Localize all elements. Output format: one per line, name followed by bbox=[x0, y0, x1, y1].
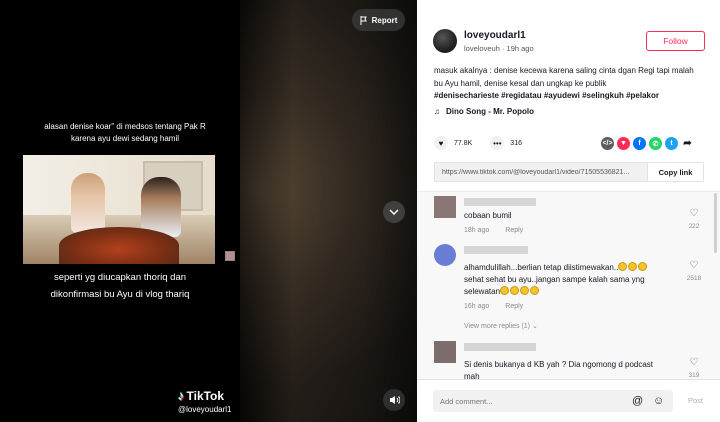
tiktok-watermark-text: TikTok bbox=[186, 388, 225, 403]
comment-line-1: alhamdulillah...berlian tetap diistimewa… bbox=[464, 263, 619, 272]
description-text: masuk akalnya : denise kecewa karena sal… bbox=[434, 66, 694, 88]
comment-item: alhamdulillah...berlian tetap diistimewa… bbox=[434, 244, 704, 320]
laughing-emoji-icon bbox=[530, 286, 540, 295]
copy-link-button[interactable]: Copy link bbox=[647, 163, 703, 181]
view-more-replies[interactable]: View more replies (1) ⌄ bbox=[464, 322, 538, 330]
next-video-button[interactable] bbox=[383, 201, 405, 223]
tiktok-note-icon: ♪ bbox=[178, 388, 185, 403]
reply-button[interactable]: Reply bbox=[505, 303, 523, 310]
comment-item: Si denis bukanya d KB yah ? Dia ngomong … bbox=[434, 341, 704, 381]
video-url[interactable]: https://www.tiktok.com/@loveyoudarl1/vid… bbox=[435, 169, 647, 176]
reply-button[interactable]: Reply bbox=[505, 227, 523, 234]
comment-like[interactable]: ♡ 319 bbox=[684, 357, 704, 379]
comment-time: 16h ago bbox=[464, 303, 490, 310]
whatsapp-icon[interactable]: ✆ bbox=[649, 137, 662, 150]
music-link[interactable]: ♫ Dino Song - Mr. Popolo bbox=[434, 107, 534, 116]
commenter-name-redacted bbox=[464, 246, 528, 254]
follow-button[interactable]: Follow bbox=[646, 31, 705, 51]
commenter-avatar[interactable] bbox=[434, 244, 456, 266]
commenter-avatar[interactable] bbox=[434, 341, 456, 363]
side-thumbnail bbox=[225, 251, 235, 261]
author-avatar[interactable] bbox=[433, 29, 457, 53]
heart-icon[interactable]: ♥ bbox=[434, 136, 448, 150]
watermark-handle: @loveyoudarl1 bbox=[178, 405, 232, 414]
like-count: 77.8K bbox=[454, 139, 473, 147]
laughing-emoji-icon bbox=[618, 262, 628, 271]
author-username[interactable]: loveyoudarl1 bbox=[464, 30, 526, 41]
comment-count: 316 bbox=[510, 139, 522, 147]
engagement-stats: ♥ 77.8K ••• 316 bbox=[434, 136, 522, 150]
post-description: masuk akalnya : denise kecewa karena sal… bbox=[434, 65, 704, 103]
tiktok-watermark: ♪ TikTok bbox=[178, 388, 224, 403]
laughing-emoji-icon bbox=[638, 262, 648, 271]
commenter-name-redacted bbox=[464, 198, 536, 206]
chevron-down-icon: ⌄ bbox=[531, 323, 538, 330]
comment-meta: 18h ago Reply bbox=[464, 227, 537, 234]
chevron-down-icon bbox=[389, 209, 399, 215]
comment-like[interactable]: ♡ 2518 bbox=[684, 260, 704, 282]
emoji-picker-icon[interactable]: ☺ bbox=[653, 395, 664, 407]
twitter-icon[interactable]: t bbox=[665, 137, 678, 150]
report-label: Report bbox=[371, 15, 398, 25]
hashtags[interactable]: #denisecharieste #regidatau #ayudewi #se… bbox=[434, 91, 659, 100]
comment-like-count: 319 bbox=[688, 372, 700, 379]
post-button[interactable]: Post bbox=[688, 396, 703, 405]
comment-time: 18h ago bbox=[464, 227, 490, 234]
comment-text: cobaan bumil bbox=[464, 211, 512, 220]
commenter-name-redacted bbox=[464, 343, 536, 351]
comment-bar: @ ☺ Post bbox=[417, 379, 720, 422]
heart-outline-icon: ♡ bbox=[689, 260, 699, 271]
video-frame: alasan denise koar" di medsos tentang Pa… bbox=[0, 0, 240, 422]
view-more-label: View more replies (1) bbox=[464, 323, 531, 330]
laughing-emoji-icon bbox=[500, 286, 510, 295]
video-player[interactable]: alasan denise koar" di medsos tentang Pa… bbox=[0, 0, 417, 422]
comment-icon[interactable]: ••• bbox=[490, 136, 505, 150]
details-panel: loveyoudarl1 loveloveuh · 19h ago Follow… bbox=[417, 0, 720, 422]
speaker-icon bbox=[389, 396, 400, 404]
laughing-emoji-icon bbox=[628, 262, 638, 271]
laughing-emoji-icon bbox=[520, 286, 530, 295]
music-title: Dino Song - Mr. Popolo bbox=[446, 107, 534, 116]
flag-icon bbox=[360, 15, 367, 25]
music-note-icon: ♫ bbox=[434, 107, 440, 116]
comment-line-1: Si denis bukanya d KB yah ? Dia ngomong … bbox=[464, 360, 654, 369]
comment-line-3: selewatan bbox=[464, 287, 501, 296]
share-buttons: </> ▼ f ✆ t ➦ bbox=[601, 137, 694, 150]
share-arrow-icon[interactable]: ➦ bbox=[681, 137, 694, 150]
report-button[interactable]: Report bbox=[352, 9, 405, 31]
heart-outline-icon: ♡ bbox=[689, 208, 699, 219]
comment-like-count: 222 bbox=[688, 223, 700, 230]
comments-scrollbar[interactable] bbox=[714, 193, 717, 253]
comment-meta: 16h ago Reply bbox=[464, 303, 537, 310]
comment-item: cobaan bumil 18h ago Reply ♡ 222 bbox=[434, 196, 704, 240]
comment-text: alhamdulillah...berlian tetap diistimewa… bbox=[464, 262, 674, 298]
comment-like-count: 2518 bbox=[686, 275, 702, 282]
video-caption-bottom: seperti yg diucapkan thoriq dan dikonfir… bbox=[50, 272, 190, 300]
mention-icon[interactable]: @ bbox=[632, 395, 643, 407]
comment-like[interactable]: ♡ 222 bbox=[684, 208, 704, 230]
video-inset-image bbox=[23, 155, 215, 264]
laughing-emoji-icon bbox=[510, 286, 520, 295]
embed-icon[interactable]: </> bbox=[601, 137, 614, 150]
facebook-icon[interactable]: f bbox=[633, 137, 646, 150]
commenter-avatar[interactable] bbox=[434, 196, 456, 218]
volume-button[interactable] bbox=[383, 389, 405, 411]
copy-link-box: https://www.tiktok.com/@loveyoudarl1/vid… bbox=[434, 162, 704, 182]
heart-outline-icon: ♡ bbox=[689, 357, 699, 368]
author-subline: loveloveuh · 19h ago bbox=[464, 44, 534, 53]
video-caption-top: alasan denise koar" di medsos tentang Pa… bbox=[44, 122, 206, 143]
comment-line-2: sehat sehat bu ayu..jangan sampe kalah s… bbox=[464, 275, 645, 284]
send-to-friends-icon[interactable]: ▼ bbox=[617, 137, 630, 150]
